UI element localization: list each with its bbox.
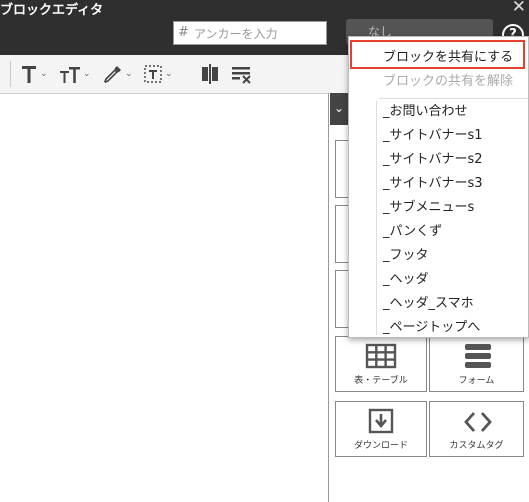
anchor-input-box[interactable]: #: [173, 21, 327, 45]
tile-label: カスタムタグ: [449, 441, 504, 451]
menu-item-shared-block[interactable]: _サイトバナーs2: [383, 148, 483, 167]
panel-toggle-icon[interactable]: ⌄: [330, 93, 348, 125]
select-box-icon: [144, 65, 162, 83]
menu-item-shared-block[interactable]: _サイトバナーs3: [383, 172, 483, 191]
menu-item-shared-block[interactable]: _お問い合わせ: [383, 100, 468, 119]
tile-label: ダウンロード: [353, 441, 408, 451]
share-dropdown-menu: ブロックを共有にする ブロックの共有を解除 _お問い合わせ _サイトバナーs1 …: [348, 36, 529, 338]
form-block-tile[interactable]: フォーム: [429, 336, 524, 392]
menu-gutter-line: [376, 101, 377, 335]
select-box-tool[interactable]: ⌄: [143, 62, 173, 86]
toolbar-separator: [10, 61, 11, 87]
close-icon[interactable]: ✕: [512, 0, 526, 17]
chevron-down-icon: ⌄: [165, 69, 173, 79]
remove-format-icon: [232, 67, 251, 84]
remove-format-tool[interactable]: [230, 62, 252, 86]
menu-item-shared-block[interactable]: _サイトバナーs1: [383, 124, 483, 143]
menu-item-shared-block[interactable]: _ヘッダ: [383, 268, 429, 287]
form-icon: [465, 344, 491, 368]
menu-item-shared-block[interactable]: _パンくず: [383, 220, 442, 239]
eyedropper-icon: [104, 66, 121, 83]
split-column-tool[interactable]: [200, 62, 220, 86]
text-size-icon: [22, 66, 36, 83]
download-icon: [368, 408, 394, 434]
menu-item-shared-block[interactable]: _ページトップへ: [383, 316, 480, 335]
tile-label: フォーム: [458, 376, 495, 386]
window-title: ブロックエディタ: [0, 3, 104, 18]
tile-label: 表・テーブル: [354, 376, 408, 386]
text-case-tool[interactable]: ⌄: [59, 62, 91, 86]
menu-item-shared-block[interactable]: _サブメニューs: [383, 196, 474, 215]
eyedropper-tool[interactable]: ⌄: [103, 62, 133, 86]
menu-item-shared-block[interactable]: _フッタ: [383, 244, 429, 263]
custom-tag-block-tile[interactable]: カスタムタグ: [429, 401, 524, 457]
chevron-down-icon: ⌄: [83, 69, 91, 79]
anchor-input[interactable]: [192, 24, 326, 44]
chevron-down-icon: ⌄: [125, 69, 133, 79]
table-icon: [365, 343, 397, 369]
table-block-tile[interactable]: 表・テーブル: [335, 336, 427, 392]
text-case-icon: [60, 67, 80, 83]
code-icon: [464, 412, 492, 432]
text-size-tool[interactable]: ⌄: [20, 62, 48, 86]
download-block-tile[interactable]: ダウンロード: [335, 401, 427, 457]
menu-item-share-block[interactable]: ブロックを共有にする: [383, 46, 513, 65]
menu-item-unshare-block: ブロックの共有を解除: [383, 74, 514, 89]
chevron-down-icon: ⌄: [40, 69, 48, 79]
menu-item-shared-block[interactable]: _ヘッダ_スマホ: [383, 292, 474, 311]
hash-icon: #: [178, 25, 189, 40]
split-column-icon: [202, 64, 218, 84]
menu-divider: [379, 98, 528, 99]
